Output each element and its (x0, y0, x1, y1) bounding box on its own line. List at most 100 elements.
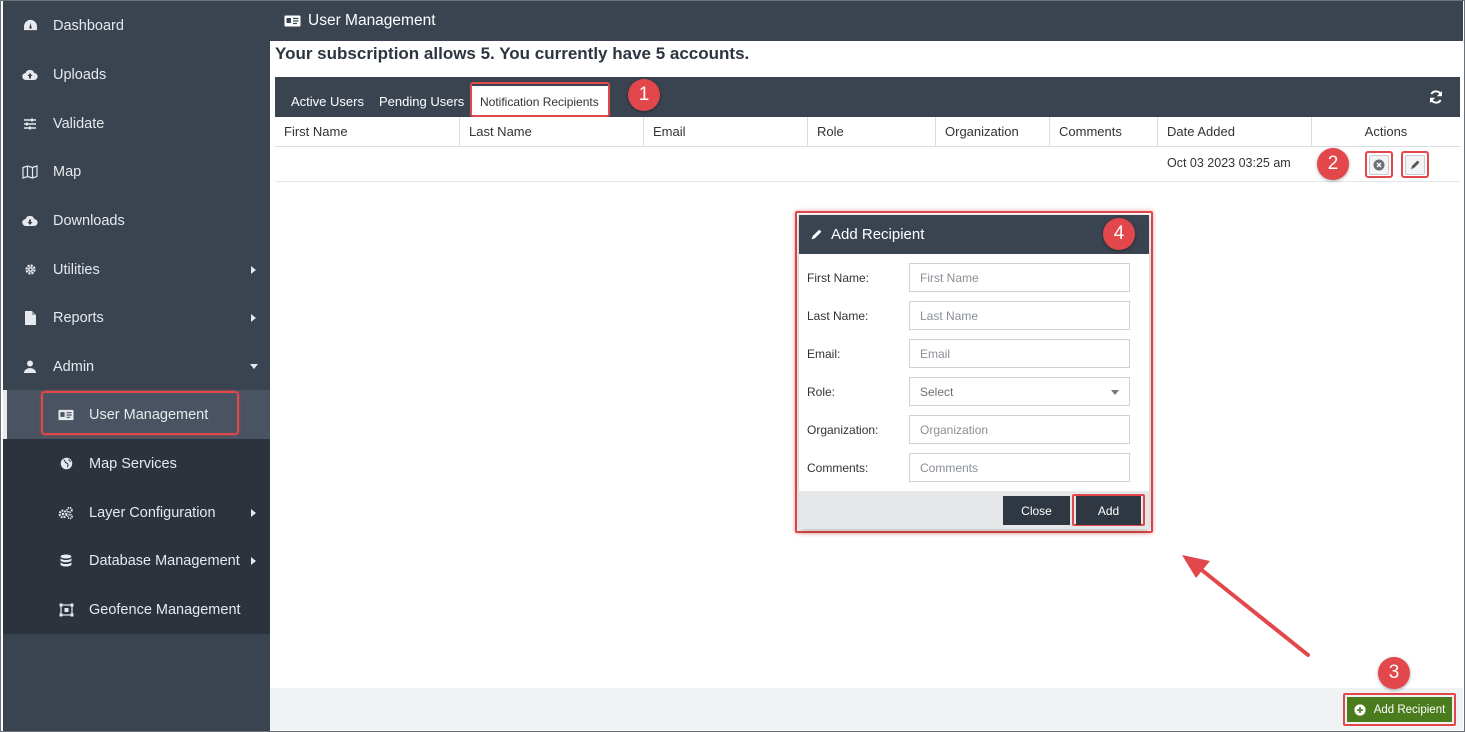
column-header: Last Name (459, 117, 643, 147)
database-icon (58, 553, 74, 569)
sidebar-item-label: Admin (53, 358, 95, 375)
sidebar-item-label: Uploads (53, 66, 107, 83)
sidebar-item-downloads[interactable]: Downloads (3, 196, 270, 245)
step-badge-4: 4 (1103, 218, 1135, 250)
date-added-cell: Oct 03 2023 03:25 am (1167, 156, 1291, 170)
page-footer (270, 688, 1463, 730)
map-icon (22, 164, 38, 180)
admin-submenu: User Management Map Services Layer Confi… (3, 390, 270, 634)
sidebar-item-reports[interactable]: Reports (3, 293, 270, 342)
role-select-value: Select (920, 385, 954, 399)
table-header: First Name Last Name Email Role Organiza… (275, 117, 1460, 147)
add-recipient-button[interactable]: Add Recipient (1347, 697, 1452, 722)
sidebar-item-label: Map Services (89, 455, 177, 472)
tab-pending-users[interactable]: Pending Users (379, 94, 464, 109)
dialog-footer: Close Add (799, 491, 1149, 529)
annotation-arrow (1182, 555, 1310, 657)
role-label: Role: (807, 385, 836, 399)
comments-label: Comments: (807, 461, 869, 475)
sidebar-item-label: Layer Configuration (89, 504, 216, 521)
edit-button[interactable] (1405, 155, 1425, 175)
organization-input[interactable] (909, 415, 1130, 444)
step-badge-1: 1 (628, 79, 660, 111)
email-input[interactable] (909, 339, 1130, 368)
table-row: Oct 03 2023 03:25 am (275, 147, 1460, 182)
chevron-right-icon (251, 556, 256, 565)
sliders-icon (22, 116, 38, 132)
last-name-label: Last Name: (807, 309, 869, 323)
id-card-icon (284, 15, 301, 27)
page-title: User Management (308, 12, 436, 29)
sidebar-item-label: Dashboard (53, 17, 124, 34)
file-icon (22, 310, 38, 326)
sidebar-item-map[interactable]: Map (3, 147, 270, 196)
sidebar-item-utilities[interactable]: Utilities (3, 245, 270, 294)
highlight-box (41, 391, 239, 435)
sidebar-item-label: Downloads (53, 212, 125, 229)
last-name-input[interactable] (909, 301, 1130, 330)
globe-icon (58, 456, 74, 472)
cloud-download-icon (22, 213, 38, 229)
user-icon (22, 359, 38, 375)
sidebar-item-layer-configuration[interactable]: Layer Configuration (3, 488, 270, 537)
sidebar-item-user-management[interactable]: User Management (3, 390, 270, 439)
dialog-title: Add Recipient (831, 226, 925, 243)
column-header: Date Added (1157, 117, 1311, 147)
sidebar-item-uploads[interactable]: Uploads (3, 50, 270, 99)
column-header: Organization (935, 117, 1049, 147)
sidebar-item-label: Reports (53, 309, 104, 326)
chevron-right-icon (251, 508, 256, 517)
column-header: Comments (1049, 117, 1157, 147)
chevron-right-icon (251, 265, 256, 274)
remove-icon (1373, 159, 1385, 171)
refresh-icon[interactable] (1428, 89, 1444, 105)
tab-bar: Active Users Pending Users Notification … (275, 77, 1460, 117)
pencil-icon (1410, 160, 1420, 170)
role-select[interactable]: Select (909, 377, 1130, 406)
delete-button[interactable] (1369, 155, 1389, 175)
sidebar: Dashboard Uploads Validate Map Downloads… (3, 1, 270, 731)
highlight-box (470, 82, 610, 117)
first-name-input[interactable] (909, 263, 1130, 292)
comments-input[interactable] (909, 453, 1130, 482)
sidebar-item-admin[interactable]: Admin (3, 342, 270, 391)
subscription-info: Your subscription allows 5. You currentl… (275, 44, 750, 63)
chevron-right-icon (251, 313, 256, 322)
add-recipient-label: Add Recipient (1373, 703, 1446, 716)
geofence-icon (58, 602, 74, 618)
step-badge-3: 3 (1378, 657, 1410, 689)
sidebar-item-validate[interactable]: Validate (3, 99, 270, 148)
sidebar-item-label: Map (53, 163, 82, 180)
organization-label: Organization: (807, 423, 879, 437)
sidebar-item-map-services[interactable]: Map Services (3, 439, 270, 488)
step-badge-2: 2 (1317, 148, 1349, 180)
sidebar-item-geofence-management[interactable]: Geofence Management (3, 585, 270, 634)
gears-icon (58, 505, 74, 521)
column-header: Actions (1311, 117, 1460, 147)
sidebar-item-database-management[interactable]: Database Management (3, 536, 270, 585)
close-button[interactable]: Close (1003, 496, 1070, 525)
chevron-down-icon (250, 364, 258, 369)
sidebar-item-label: Database Management (89, 552, 240, 569)
add-button[interactable]: Add (1076, 496, 1141, 525)
column-header: First Name (284, 124, 348, 139)
email-label: Email: (807, 347, 841, 361)
sidebar-item-label: Utilities (53, 261, 100, 278)
active-indicator (3, 390, 7, 439)
chevron-down-icon (1111, 390, 1119, 395)
tab-active-users[interactable]: Active Users (291, 94, 364, 109)
sidebar-item-dashboard[interactable]: Dashboard (3, 1, 270, 50)
column-header: Role (807, 117, 935, 147)
first-name-label: First Name: (807, 271, 870, 285)
gear-icon (22, 262, 38, 278)
sidebar-item-label: Geofence Management (89, 601, 241, 618)
dashboard-icon (22, 18, 38, 34)
column-header: Email (643, 117, 807, 147)
pencil-icon (810, 228, 823, 241)
sidebar-item-label: Validate (53, 115, 105, 132)
plus-circle-icon (1354, 703, 1366, 716)
page-header: User Management (270, 1, 1463, 41)
add-recipient-dialog: Add Recipient First Name: Last Name: Ema… (799, 215, 1149, 529)
cloud-upload-icon (22, 67, 38, 83)
dialog-header: Add Recipient (799, 215, 1149, 254)
